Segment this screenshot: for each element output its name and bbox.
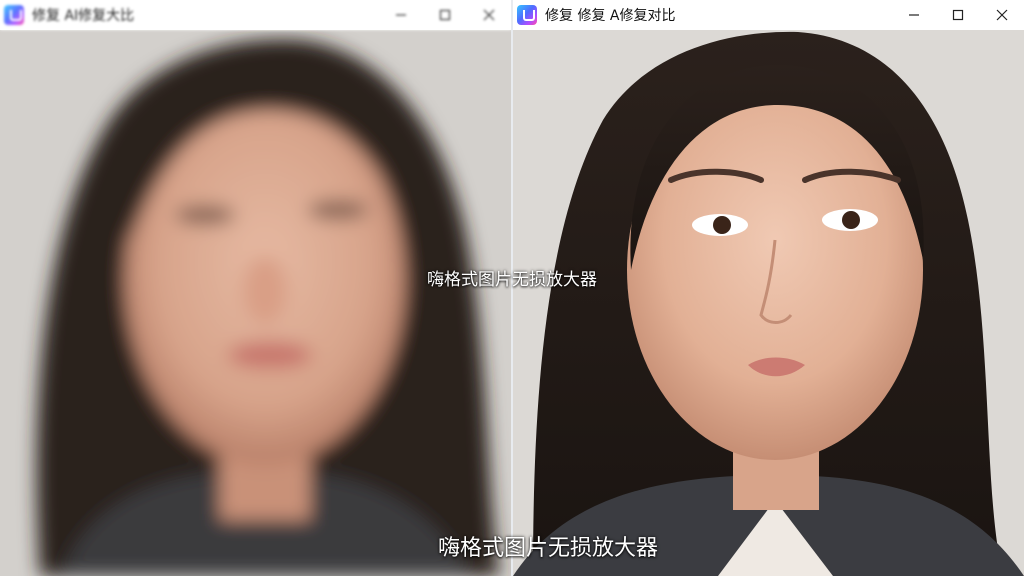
titlebar-before[interactable]: 修复 AI修复大比 [0,0,511,30]
maximize-icon [952,9,964,21]
minimize-icon [396,14,406,16]
maximize-button[interactable] [423,0,467,30]
close-icon [996,9,1008,21]
window-title: 修复 AI修复大比 [32,8,135,24]
photo-before [0,30,511,576]
photo-after [513,30,1024,576]
watermark-caption-middle: 嗨格式图片无损放大器 [427,270,597,290]
minimize-button[interactable] [379,0,423,30]
close-button[interactable] [980,0,1024,30]
portrait-restored-image [513,30,1024,576]
window-title: 修复 修复 A修复对比 [545,8,676,24]
maximize-button[interactable] [936,0,980,30]
app-icon [4,5,24,25]
minimize-icon [909,14,919,16]
minimize-button[interactable] [892,0,936,30]
window-controls [379,0,511,30]
watermark-caption-bottom: 嗨格式图片无损放大器 [438,536,659,561]
close-icon [483,9,495,21]
titlebar-after[interactable]: 修复 修复 A修复对比 [513,0,1024,30]
portrait-blurred-image [0,30,511,576]
app-icon [517,5,537,25]
close-button[interactable] [467,0,511,30]
window-controls [892,0,1024,30]
maximize-icon [439,9,451,21]
